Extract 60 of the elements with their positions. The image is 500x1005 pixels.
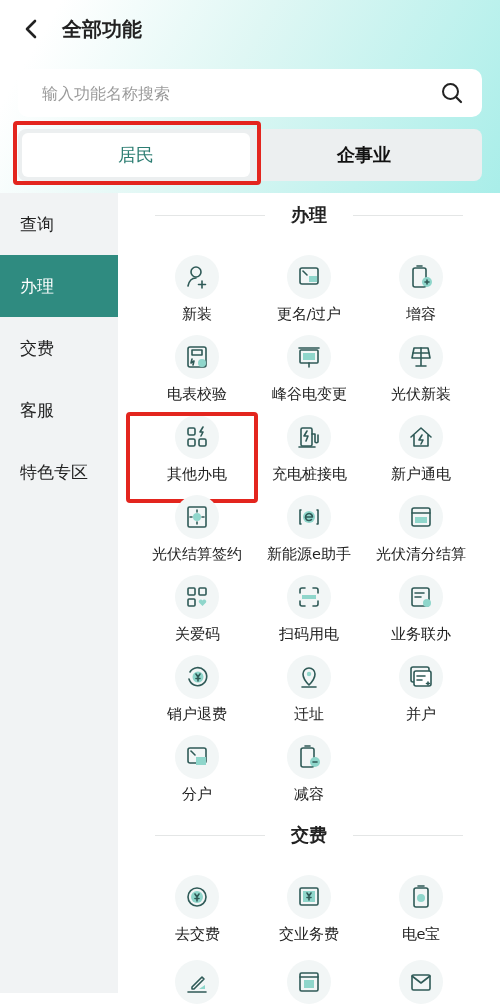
- function-label[interactable]: 减容: [294, 785, 324, 804]
- scan-icon[interactable]: [287, 575, 331, 619]
- function-label[interactable]: 扫码用电: [279, 625, 339, 644]
- function-label[interactable]: 销户退费: [167, 705, 227, 724]
- function-label[interactable]: 新户通电: [391, 465, 451, 484]
- function-label[interactable]: 交业务费: [279, 925, 339, 944]
- window-icon[interactable]: [175, 735, 219, 779]
- function-label[interactable]: 充电桩接电: [271, 465, 347, 484]
- function-label[interactable]: 峰谷电变更: [271, 385, 347, 404]
- tab[interactable]: 居民: [22, 133, 250, 177]
- e-scan-icon[interactable]: [287, 495, 331, 539]
- sidebar-item[interactable]: 办理: [0, 255, 118, 317]
- function-label[interactable]: 关爱码: [174, 625, 220, 644]
- function-label[interactable]: 光伏新装: [391, 385, 451, 404]
- function-label[interactable]: 光伏结算签约: [152, 545, 242, 564]
- person-plus-icon[interactable]: [175, 255, 219, 299]
- function-label[interactable]: 新装: [182, 305, 212, 324]
- sidebar-item[interactable]: 特色专区: [0, 441, 118, 503]
- window-icon[interactable]: [287, 255, 331, 299]
- house-icon[interactable]: [399, 415, 443, 459]
- display-icon[interactable]: [287, 335, 331, 379]
- solar-panel-icon[interactable]: [399, 335, 443, 379]
- sidebar-item[interactable]: 查询: [0, 193, 118, 255]
- meter-icon[interactable]: [175, 335, 219, 379]
- charger-icon[interactable]: [287, 415, 331, 459]
- back-icon[interactable]: [24, 18, 38, 40]
- document-icon[interactable]: [399, 655, 443, 699]
- envelope-icon[interactable]: [399, 960, 443, 1004]
- yen-coin-icon[interactable]: [175, 875, 219, 919]
- search-field[interactable]: 输入功能名称搜索: [18, 69, 482, 117]
- function-label[interactable]: 新能源e助手: [267, 545, 351, 564]
- function-label[interactable]: 迁址: [294, 705, 324, 724]
- function-label[interactable]: 电表校验: [167, 385, 227, 404]
- function-label[interactable]: 分户: [182, 785, 212, 804]
- sidebar-item[interactable]: 交费: [0, 317, 118, 379]
- function-label[interactable]: 更名/过户: [276, 305, 342, 324]
- location-pin-icon[interactable]: [287, 655, 331, 699]
- function-label[interactable]: 去交费: [174, 925, 220, 944]
- function-label[interactable]: 电e宝: [401, 925, 441, 944]
- function-label[interactable]: 其他办电: [167, 465, 227, 484]
- sidebar-item[interactable]: 客服: [0, 379, 118, 441]
- yen-refresh-icon[interactable]: [175, 655, 219, 699]
- card-icon[interactable]: [399, 495, 443, 539]
- battery-icon[interactable]: [399, 255, 443, 299]
- battery-icon[interactable]: [287, 735, 331, 779]
- section-title: 交费: [291, 823, 327, 847]
- page-title: 全部功能: [62, 15, 142, 43]
- qr-code-icon[interactable]: [175, 575, 219, 619]
- function-label[interactable]: 并户: [406, 705, 436, 724]
- function-label[interactable]: 光伏清分结算: [376, 545, 466, 564]
- pen-icon[interactable]: [175, 960, 219, 1004]
- battery-icon[interactable]: [399, 875, 443, 919]
- section-title: 办理: [291, 203, 327, 227]
- document-icon[interactable]: [399, 575, 443, 619]
- function-label[interactable]: 增容: [406, 305, 436, 324]
- tab[interactable]: 企事业: [250, 133, 478, 177]
- search-icon[interactable]: [440, 81, 464, 105]
- sun-icon[interactable]: [175, 495, 219, 539]
- function-label[interactable]: 业务联办: [391, 625, 451, 644]
- apps-icon[interactable]: [175, 415, 219, 459]
